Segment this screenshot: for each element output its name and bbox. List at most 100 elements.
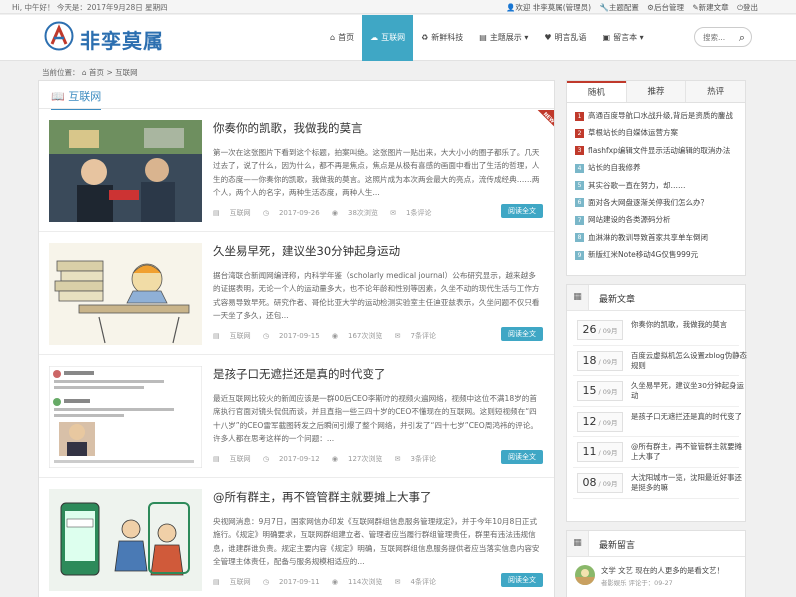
post-comments[interactable]: 1条评论 xyxy=(406,209,431,217)
list-item[interactable]: 6 面对各大网盘逐渐关停我们怎么办？ xyxy=(575,194,737,211)
post-title[interactable]: @所有群主，再不管管群主就要摊上大事了 xyxy=(213,489,432,505)
post-excerpt: 第一次在这张图片下看到这个标题，拍案叫绝。这张图片一贴出来，大大小小的圈子都乐了… xyxy=(213,148,540,198)
widget-tabs: 随机 推荐 热评 xyxy=(567,81,746,103)
tab-random[interactable]: 随机 xyxy=(567,81,626,102)
post-date-badge: 15/ 09月 xyxy=(577,381,623,402)
post-category[interactable]: 互联网 xyxy=(230,578,251,586)
rank-number: 3 xyxy=(575,146,584,156)
read-more-button[interactable]: 阅读全文 xyxy=(501,573,543,587)
nav-theme-showcase[interactable]: ▤ 主题展示 ▾ xyxy=(471,15,536,61)
read-more-button[interactable]: 阅读全文 xyxy=(501,327,543,341)
post-category[interactable]: 互联网 xyxy=(230,455,251,463)
comment-text[interactable]: 文学 文艺 现在的人更多的是看文艺！ xyxy=(601,565,724,576)
list-item: 08/ 09月 大沈阳城市一览，沈阳最近好事还是挺多的嘛 xyxy=(573,468,742,499)
list-item[interactable]: 3 flashfxp编辑文件显示活动编辑的取消办法 xyxy=(575,142,737,159)
site-logo-text[interactable]: 非孪莫属 xyxy=(80,25,164,54)
list-item: 18/ 09月 百度云虚拟机怎么设置zblog伪静态规则 xyxy=(573,346,747,377)
post-thumbnail[interactable] xyxy=(49,120,202,222)
date-day: 11 xyxy=(582,445,597,459)
post-category[interactable]: 互联网 xyxy=(230,209,251,217)
date-day: 26 xyxy=(582,323,597,336)
heart-icon: ♥ xyxy=(544,33,552,42)
post-title[interactable]: 是孩子口无遮拦还是真的时代变了 xyxy=(213,366,386,382)
latest-post-link[interactable]: 大沈阳城市一览，沈阳最近好事还是挺多的嘛 xyxy=(631,473,749,495)
clock-icon: ◷ xyxy=(262,455,269,463)
nav-quotes[interactable]: ♥ 明言乱语 xyxy=(536,15,594,61)
date-month: / 09月 xyxy=(598,479,618,488)
post-thumbnail[interactable] xyxy=(49,489,202,591)
latest-post-link[interactable]: 你奏你的凯歌，我做我的莫言 xyxy=(631,320,749,342)
tab-recommended[interactable]: 推荐 xyxy=(625,81,686,102)
latest-post-link[interactable]: 是孩子口无遮拦还是真的时代变了 xyxy=(631,412,749,434)
post-comments[interactable]: 7条评论 xyxy=(410,332,435,340)
list-item[interactable]: 8 血淋淋的教训导致首家共享单车倒闭 xyxy=(575,229,737,246)
nav-label: 首页 xyxy=(338,33,355,42)
post-date: 2017-09-15 xyxy=(278,332,320,340)
post-views: 127次浏览 xyxy=(348,455,383,463)
logout-link[interactable]: 登出 xyxy=(743,3,758,12)
nav-label: 互联网 xyxy=(381,33,406,42)
post-thumbnail[interactable] xyxy=(49,366,202,468)
post-item: 你奏你的凯歌，我做我的莫言 第一次在这张图片下看到这个标题，拍案叫绝。这张图片一… xyxy=(39,110,554,232)
latest-post-link[interactable]: @所有群主，再不管管群主就要摊上大事了 xyxy=(631,442,749,464)
post-date: 2017-09-26 xyxy=(278,209,320,217)
widget-title: 最新文章 xyxy=(599,295,636,305)
list-item: 15/ 09月 久坐易早死，建议坐30分钟起身运动 xyxy=(573,376,744,407)
rank-number: 1 xyxy=(575,111,584,121)
tab-hot-comments[interactable]: 热评 xyxy=(685,81,746,102)
widget-header: ▦ 最新文章 xyxy=(567,285,745,311)
date-month: / 09月 xyxy=(598,327,618,335)
cloud-icon: ☁ xyxy=(370,33,379,42)
list-item[interactable]: 5 其实谷歌一直在努力，却…… xyxy=(575,177,737,194)
theme-config-link[interactable]: 主题配置 xyxy=(609,3,639,12)
breadcrumb-separator: > xyxy=(106,68,113,77)
section-title-text: 互联网 xyxy=(68,90,102,103)
post-comments[interactable]: 4条评论 xyxy=(410,578,435,586)
post-date-badge: 08/ 09月 xyxy=(577,472,623,493)
welcome-link[interactable]: 欢迎 非孪莫属(管理员) xyxy=(515,3,591,12)
list-item[interactable]: 2 草根站长的自媒体运营方案 xyxy=(575,124,737,141)
post-item: 久坐易早死，建议坐30分钟起身运动 据台湾联合新闻网编译称，内科学年鉴（scho… xyxy=(39,233,554,355)
list-item-text: 面对各大网盘逐渐关停我们怎么办？ xyxy=(588,197,708,207)
grid-icon: ▦ xyxy=(567,531,589,556)
nav-home[interactable]: ⌂ 首页 xyxy=(322,15,362,61)
post-comments[interactable]: 3条评论 xyxy=(410,455,435,463)
search-icon[interactable]: ⌕ xyxy=(739,31,745,45)
list-item[interactable]: 9 新版红米Note移动4G仅售999元 xyxy=(575,246,737,263)
read-more-button[interactable]: 阅读全文 xyxy=(501,450,543,464)
list-item: 26/ 09月 你奏你的凯歌，我做我的莫言 xyxy=(573,315,739,346)
nav-guestbook[interactable]: ▣ 留言本 ▾ xyxy=(595,15,652,61)
post-category[interactable]: 互联网 xyxy=(230,332,251,340)
widget-header: ▦ 最新留言 xyxy=(567,531,745,557)
post-title[interactable]: 你奏你的凯歌，我做我的莫言 xyxy=(213,120,363,136)
avatar[interactable] xyxy=(575,565,595,585)
list-item[interactable]: 1 高通百度导航口水战升级,背后是资质的鏖战 xyxy=(575,107,737,124)
clock-icon: ◷ xyxy=(262,209,269,217)
latest-comments-widget: ▦ 最新留言 文学 文艺 现在的人更多的是看文艺！ 者影娱乐 评论于：09-27 xyxy=(566,530,746,597)
latest-post-link[interactable]: 久坐易早死，建议坐30分钟起身运动 xyxy=(631,381,749,403)
site-logo-icon[interactable] xyxy=(44,21,74,51)
gear-icon: ⚙ xyxy=(647,3,654,12)
latest-post-link[interactable]: 百度云虚拟机怎么设置zblog伪静态规则 xyxy=(631,351,749,373)
list-item-text: 高通百度导航口水战升级,背后是资质的鏖战 xyxy=(588,111,733,120)
post-thumbnail[interactable] xyxy=(49,243,202,345)
greeting-text: Hi, 中午好！ 今天是：2017年9月28日 星期四 xyxy=(12,3,168,12)
breadcrumb-current[interactable]: 互联网 xyxy=(115,68,138,77)
search-input[interactable] xyxy=(703,31,735,44)
post-views: 38次浏览 xyxy=(348,209,378,217)
breadcrumb-home[interactable]: 首页 xyxy=(89,68,104,77)
admin-link[interactable]: 后台管理 xyxy=(654,3,684,12)
rank-number: 6 xyxy=(575,198,584,208)
post-date: 2017-09-12 xyxy=(278,455,320,463)
post-title[interactable]: 久坐易早死，建议坐30分钟起身运动 xyxy=(213,243,400,259)
read-more-button[interactable]: 阅读全文 xyxy=(501,204,543,218)
comment-meta: 者影娱乐 评论于：09-27 xyxy=(601,579,673,587)
list-item[interactable]: 7 网站建设的各类源码分析 xyxy=(575,211,737,228)
post-excerpt: 据台湾联合新闻网编译称，内科学年鉴（scholarly medical jour… xyxy=(213,271,540,321)
list-item[interactable]: 4 站长的自我修养 xyxy=(575,159,737,176)
section-title: 📖 互联网 xyxy=(51,88,102,111)
nav-internet[interactable]: ☁ 互联网 xyxy=(362,15,414,61)
random-list: 1 高通百度导航口水战升级,背后是资质的鏖战 2 草根站长的自媒体运营方案 3 fla… xyxy=(567,103,745,268)
nav-tech[interactable]: ♻ 新鲜科技 xyxy=(413,15,471,61)
new-post-link[interactable]: 新建文章 xyxy=(699,3,729,12)
